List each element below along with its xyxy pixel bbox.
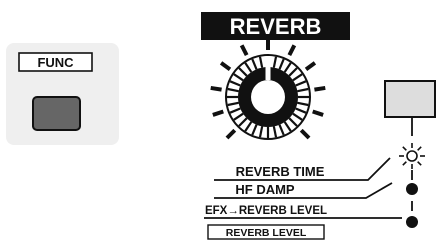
- knob-scale-tick: [219, 61, 232, 71]
- knob-scale-tick: [210, 85, 222, 92]
- label-hf-damp: HF DAMP: [235, 182, 295, 197]
- label-reverb-level: REVERB LEVEL: [226, 227, 307, 239]
- func-panel: FUNC: [6, 43, 119, 145]
- func-button[interactable]: [32, 96, 81, 131]
- indicator-reverb-time-blinking: [399, 143, 425, 169]
- knob-scale-tick: [299, 128, 311, 140]
- knob-scale-tick: [239, 44, 249, 57]
- blink-ray: [402, 161, 407, 166]
- reverb-knob[interactable]: [210, 39, 326, 140]
- knob-scale-tick: [225, 128, 237, 140]
- reverb-title-text: REVERB: [230, 14, 322, 39]
- efx-reverb-level-led: [406, 216, 418, 228]
- func-label: FUNC: [37, 55, 74, 70]
- reverb-time-led: [406, 150, 418, 162]
- hf-damp-led: [406, 183, 418, 195]
- knob-scale-tick: [212, 109, 224, 117]
- reverb-select-switch[interactable]: [384, 80, 436, 118]
- reverb-title: REVERB: [201, 12, 350, 40]
- knob-scale-tick: [314, 85, 326, 92]
- blink-ray: [417, 146, 422, 151]
- blink-ray: [402, 146, 407, 151]
- knob-cap: [251, 80, 285, 114]
- knob-pointer: [265, 56, 271, 80]
- blink-ray: [417, 161, 422, 166]
- knob-scale-tick: [312, 109, 324, 117]
- reverb-control-diagram: FUNC REVERB REVERB TIME HF DAMP EFX→REVE…: [6, 12, 436, 240]
- parameter-labels: REVERB TIME HF DAMP EFX→REVERB LEVEL REV…: [205, 164, 327, 240]
- knob-scale-tick: [304, 61, 317, 71]
- knob-scale-tick: [287, 44, 297, 57]
- label-reverb-time: REVERB TIME: [236, 164, 325, 179]
- label-efx-reverb-level: EFX→REVERB LEVEL: [205, 205, 327, 217]
